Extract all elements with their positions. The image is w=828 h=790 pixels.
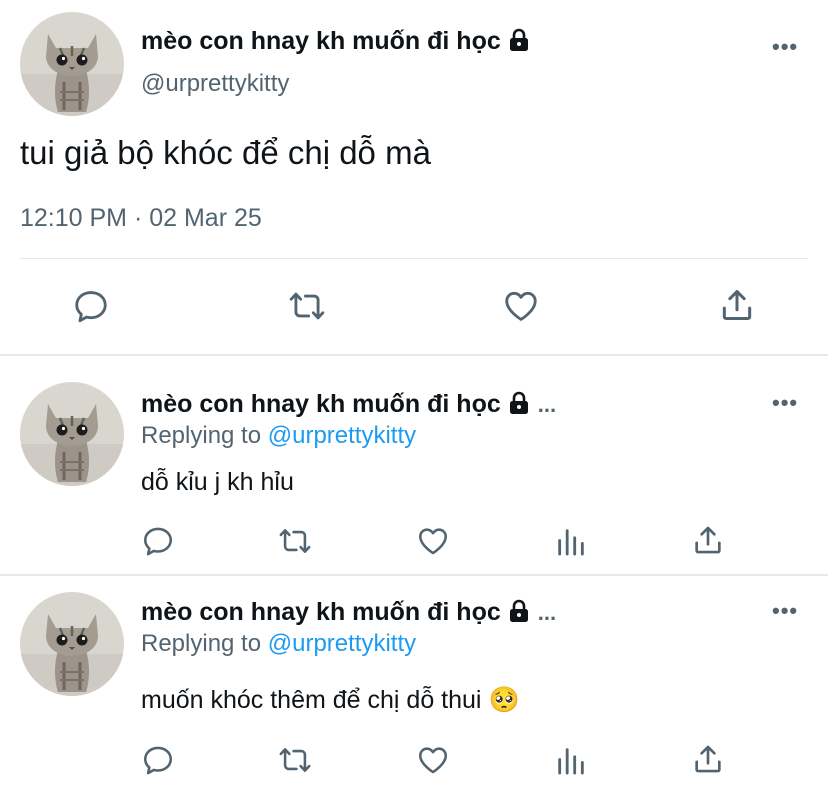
- avatar[interactable]: [20, 382, 124, 486]
- avatar[interactable]: [20, 592, 124, 696]
- mention-link[interactable]: @urprettykitty: [268, 630, 416, 657]
- user-handle[interactable]: @urprettykitty: [141, 70, 289, 98]
- display-name-row[interactable]: mèo con hnay kh muốn đi học: [141, 27, 531, 59]
- share-icon[interactable]: [691, 523, 725, 557]
- lock-icon: [507, 599, 531, 630]
- analytics-icon[interactable]: [554, 525, 588, 559]
- tweet-separator: [0, 574, 828, 576]
- mention-link[interactable]: @urprettykitty: [268, 422, 416, 449]
- name-ellipsis: ...: [537, 600, 557, 625]
- replying-to-line: Replying to @urprettykitty: [141, 422, 416, 450]
- display-name-row[interactable]: mèo con hnay kh muốn đi học ...: [141, 390, 556, 422]
- retweet-icon[interactable]: [277, 743, 313, 777]
- replying-to-label: Replying to: [141, 422, 262, 449]
- divider: [20, 258, 808, 259]
- tweet-text: dỗ kỉu j kh hỉu: [141, 468, 294, 496]
- replying-to-line: Replying to @urprettykitty: [141, 630, 416, 658]
- tweet-separator: [0, 354, 828, 356]
- share-icon[interactable]: [691, 742, 725, 776]
- pleading-face-emoji: 🥺: [488, 686, 520, 714]
- reply-icon[interactable]: [141, 743, 175, 777]
- tweet-timestamp[interactable]: 12:10 PM · 02 Mar 25: [20, 204, 262, 233]
- display-name[interactable]: mèo con hnay kh muốn đi học: [141, 390, 501, 418]
- name-ellipsis: ...: [537, 392, 557, 417]
- tweet-text-row: muốn khóc thêm để chị dỗ thui 🥺: [141, 686, 520, 715]
- replying-to-label: Replying to: [141, 630, 262, 657]
- reply-icon[interactable]: [141, 524, 175, 558]
- lock-icon: [507, 28, 531, 59]
- display-name-row[interactable]: mèo con hnay kh muốn đi học ...: [141, 598, 556, 630]
- retweet-icon[interactable]: [287, 287, 327, 325]
- share-icon[interactable]: [718, 286, 756, 324]
- analytics-icon[interactable]: [554, 744, 588, 778]
- more-options-button[interactable]: •••: [772, 390, 798, 416]
- like-icon[interactable]: [416, 743, 450, 777]
- lock-icon: [507, 391, 531, 422]
- more-options-button[interactable]: •••: [772, 598, 798, 624]
- reply-icon[interactable]: [72, 287, 110, 325]
- like-icon[interactable]: [416, 524, 450, 558]
- avatar[interactable]: [20, 12, 124, 116]
- more-options-button[interactable]: •••: [772, 34, 798, 60]
- tweet-text: muốn khóc thêm để chị dỗ thui: [141, 686, 482, 714]
- display-name[interactable]: mèo con hnay kh muốn đi học: [141, 598, 501, 626]
- retweet-icon[interactable]: [277, 524, 313, 558]
- like-icon[interactable]: [502, 287, 540, 325]
- display-name[interactable]: mèo con hnay kh muốn đi học: [141, 27, 501, 55]
- tweet-text: tui giả bộ khóc để chị dỗ mà: [20, 134, 431, 171]
